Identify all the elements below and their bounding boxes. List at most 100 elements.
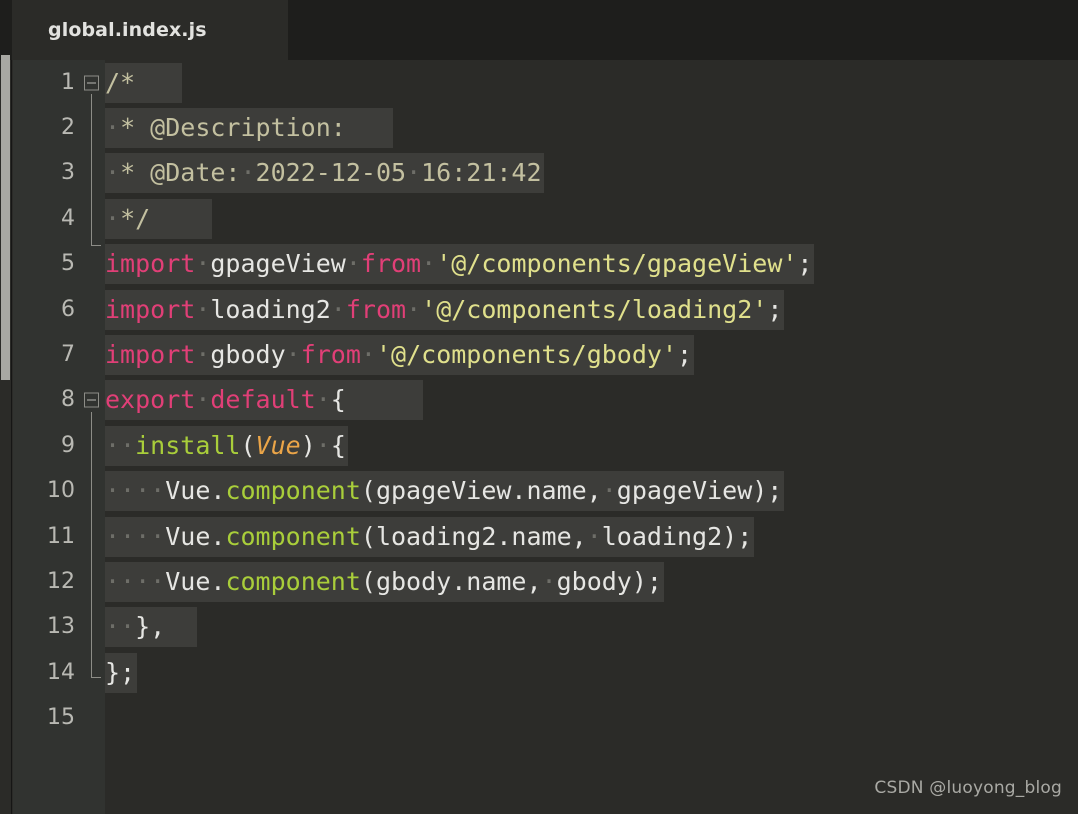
- code-line-text: ····Vue.component(loading2.name,·loading…: [105, 516, 755, 557]
- token-indent-dots: ··: [105, 612, 136, 642]
- code-line[interactable]: ··install(Vue)·{: [105, 423, 1078, 468]
- gutter-row: 7: [13, 332, 105, 377]
- fold-toggle-icon[interactable]: [84, 392, 99, 408]
- token-arguments: loading2);: [601, 521, 753, 551]
- token-indent-dots: ····: [105, 476, 166, 506]
- token-space-dot: ·: [315, 385, 331, 415]
- token-identifier: gbody: [210, 340, 286, 370]
- code-line-text: ··install(Vue)·{: [105, 425, 348, 466]
- token-brace: {: [330, 385, 346, 415]
- token-parameter-vue: Vue: [255, 430, 301, 460]
- code-line-text: ·* @Description:: [105, 108, 393, 149]
- fold-toggle-icon[interactable]: [84, 75, 99, 91]
- token-keyword-import: import: [105, 340, 196, 370]
- token-comment: */: [120, 203, 151, 233]
- token-space-dot: ·: [195, 385, 211, 415]
- token-close-brace-comma: },: [135, 612, 166, 642]
- code-editor-window: global.index.js 1 2 3 4 5 6 7 8 9 10 11 …: [0, 0, 1078, 814]
- token-keyword-default: default: [210, 385, 316, 415]
- gutter-row: 15: [13, 695, 105, 740]
- token-method-component: component: [225, 521, 361, 551]
- token-close-brace-semicolon: };: [105, 657, 136, 687]
- code-line[interactable]: [105, 695, 1078, 740]
- token-space-dot: ·: [195, 249, 211, 279]
- code-line[interactable]: ·* @Description:: [105, 105, 1078, 150]
- line-number: 6: [61, 296, 75, 322]
- token-string: '@/components/gbody': [375, 340, 678, 370]
- code-line[interactable]: ····Vue.component(gbody.name,·gbody);: [105, 559, 1078, 604]
- token-space-dot: ·: [195, 340, 211, 370]
- code-line[interactable]: /*: [105, 60, 1078, 105]
- code-line[interactable]: export·default·{: [105, 378, 1078, 423]
- token-keyword-from: from: [300, 340, 361, 370]
- token-space-dot: ·: [601, 476, 617, 506]
- token-date: 2022-12-05: [255, 158, 407, 188]
- code-line-text: import·gpageView·from·'@/components/gpag…: [105, 244, 815, 285]
- token-indent-dots: ··: [105, 430, 136, 460]
- tab-bar: global.index.js: [0, 0, 1078, 60]
- fold-guide-block: [91, 412, 101, 678]
- code-line[interactable]: import·gpageView·from·'@/components/gpag…: [105, 242, 1078, 287]
- code-line[interactable]: ·* @Date:·2022-12-05·16:21:42: [105, 151, 1078, 196]
- code-line-text: export·default·{: [105, 380, 424, 421]
- token-object-vue: Vue.: [165, 566, 226, 596]
- token-string: '@/components/gpageView': [436, 249, 798, 279]
- token-keyword-export: export: [105, 385, 196, 415]
- code-line[interactable]: import·gbody·from·'@/components/gbody';: [105, 332, 1078, 377]
- token-space-dot: ·: [285, 340, 301, 370]
- token-identifier: gpageView: [210, 249, 346, 279]
- token-pad: [165, 612, 195, 641]
- token-pad: [135, 68, 180, 97]
- token-indent-dots: ····: [105, 566, 166, 596]
- code-content[interactable]: /* ·* @Description: ·* @Date:·2022-12-05…: [105, 60, 1078, 814]
- watermark: CSDN @luoyong_blog: [874, 778, 1062, 798]
- token-string: '@/components/loading2': [421, 294, 768, 324]
- token-method-component: component: [225, 476, 361, 506]
- token-space-dot: ·: [345, 249, 361, 279]
- code-line[interactable]: ·*/: [105, 196, 1078, 241]
- token-space-dot: ·: [541, 566, 557, 596]
- vertical-scrollbar-thumb[interactable]: [1, 55, 10, 380]
- code-line-text: ·* @Date:·2022-12-05·16:21:42: [105, 153, 544, 194]
- token-pad: [346, 385, 421, 414]
- gutter-row: 5: [13, 242, 105, 287]
- token-brace: {: [330, 430, 346, 460]
- token-comment: /*: [105, 67, 136, 97]
- code-line-text: ·*/: [105, 198, 213, 239]
- editor-area[interactable]: 1 2 3 4 5 6 7 8 9 10 11 12 13 14 15 /* ·…: [0, 55, 1078, 814]
- line-number-gutter: 1 2 3 4 5 6 7 8 9 10 11 12 13 14 15: [13, 60, 105, 814]
- token-space-dot: ·: [586, 521, 602, 551]
- code-line-text: /*: [105, 62, 183, 103]
- token-comment: *: [120, 158, 151, 188]
- left-edge-strip: [0, 55, 12, 814]
- line-number: 14: [47, 659, 75, 685]
- token-function-install: install: [135, 430, 241, 460]
- code-line[interactable]: import·loading2·from·'@/components/loadi…: [105, 287, 1078, 332]
- token-space-dot: ·: [105, 203, 121, 233]
- line-number: 13: [47, 614, 75, 640]
- line-number: 5: [61, 251, 75, 277]
- fold-guide-comment: [91, 94, 101, 246]
- token-paren: ): [300, 430, 316, 460]
- token-object-vue: Vue.: [165, 476, 226, 506]
- token-comment-tag: @Description:: [150, 113, 346, 143]
- gutter-row: 6: [13, 287, 105, 332]
- line-number: 12: [47, 568, 75, 594]
- line-number: 11: [47, 523, 75, 549]
- token-comment-tag: @Date:: [150, 158, 241, 188]
- line-number: 4: [61, 205, 75, 231]
- token-space-dot: ·: [406, 158, 422, 188]
- token-keyword-from: from: [360, 249, 422, 279]
- token-pad: [150, 204, 210, 233]
- code-line-text: ····Vue.component(gpageView.name,·gpageV…: [105, 471, 785, 512]
- tab-global-index-js[interactable]: global.index.js: [12, 0, 288, 60]
- code-line[interactable]: };: [105, 650, 1078, 695]
- token-space-dot: ·: [105, 158, 121, 188]
- token-arguments: (gbody.name,: [360, 566, 542, 596]
- code-line-text: import·loading2·from·'@/components/loadi…: [105, 289, 785, 330]
- code-line[interactable]: ····Vue.component(gpageView.name,·gpageV…: [105, 469, 1078, 514]
- code-line[interactable]: ··},: [105, 605, 1078, 650]
- token-semicolon: ;: [797, 249, 813, 279]
- code-line[interactable]: ····Vue.component(loading2.name,·loading…: [105, 514, 1078, 559]
- code-line-text: import·gbody·from·'@/components/gbody';: [105, 335, 695, 376]
